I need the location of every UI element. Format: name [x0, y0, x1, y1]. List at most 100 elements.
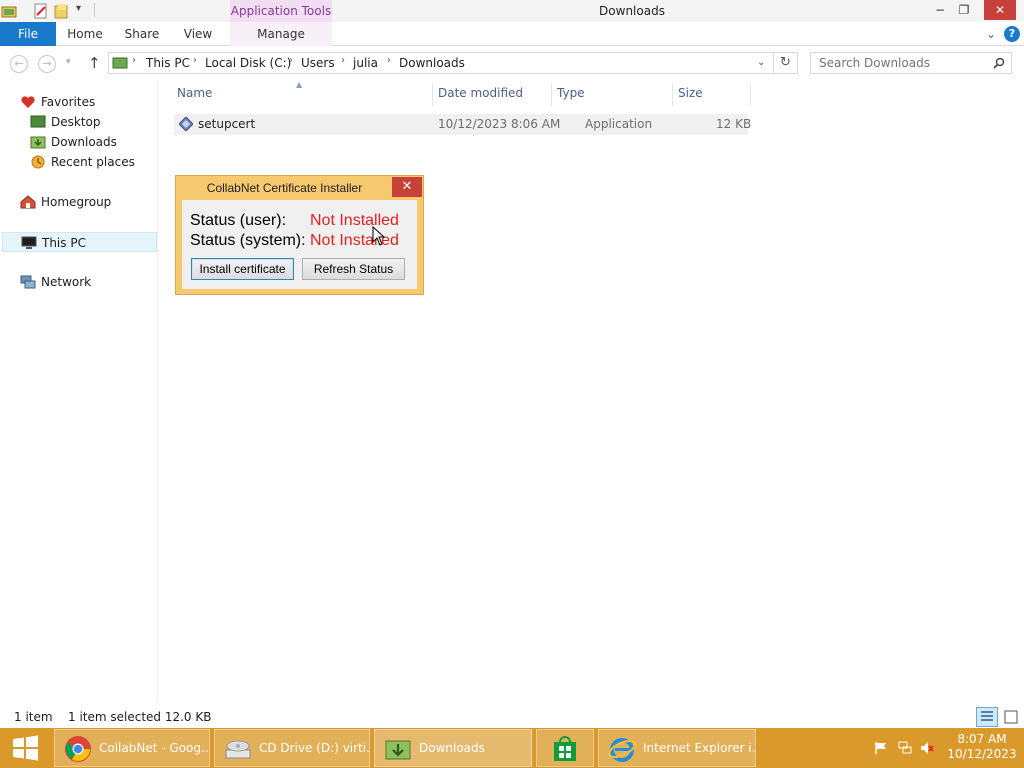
navigation-pane: Favorites Desktop Downloads Recent place…	[0, 80, 158, 703]
homegroup-icon	[20, 195, 36, 209]
close-window-button[interactable]: ✕	[984, 0, 1016, 20]
search-icon[interactable]	[993, 57, 1005, 69]
taskbar-downloads-label: Downloads	[419, 741, 485, 755]
nav-desktop[interactable]: Desktop	[30, 112, 101, 132]
refresh-button[interactable]: ↻	[774, 52, 798, 74]
column-divider[interactable]	[432, 84, 433, 106]
nav-downloads[interactable]: Downloads	[30, 132, 117, 152]
file-row-setupcert[interactable]: setupcert 10/12/2023 8:06 AM Application…	[174, 114, 752, 135]
nav-this-pc-label: This PC	[42, 236, 86, 250]
action-center-flag-icon[interactable]	[874, 741, 888, 755]
minimize-button[interactable]: −	[928, 0, 952, 20]
file-size: 12 KB	[716, 117, 752, 131]
taskbar-chrome[interactable]: CollabNet - Goog...	[54, 729, 210, 767]
taskbar-downloads[interactable]: Downloads	[374, 729, 532, 767]
nav-network[interactable]: Network	[20, 272, 91, 292]
qat-divider	[94, 3, 95, 17]
nav-this-pc[interactable]: This PC	[2, 232, 157, 252]
nav-favorites[interactable]: Favorites	[20, 92, 95, 112]
cd-drive-icon	[225, 740, 251, 759]
item-count: 1 item	[14, 710, 53, 724]
explorer-icon[interactable]	[1, 3, 17, 19]
breadcrumb-separator[interactable]: ›	[289, 55, 293, 66]
column-header-type[interactable]: Type	[557, 86, 585, 104]
refresh-status-button[interactable]: Refresh Status	[302, 258, 405, 280]
breadcrumb-this-pc[interactable]: This PC	[146, 56, 190, 70]
large-icons-view-icon[interactable]	[1002, 708, 1020, 726]
up-button[interactable]: ↑	[88, 54, 101, 72]
column-header-size[interactable]: Size	[678, 86, 703, 104]
tab-view[interactable]: View	[176, 22, 220, 46]
nav-network-label: Network	[41, 275, 92, 289]
store-icon	[554, 736, 576, 761]
dialog-close-button[interactable]: ✕	[392, 177, 422, 197]
star-heart-icon	[21, 96, 35, 108]
address-dropdown-icon[interactable]: ⌄	[757, 57, 765, 68]
start-button-icon[interactable]	[0, 728, 52, 768]
breadcrumb-downloads[interactable]: Downloads	[399, 56, 465, 70]
tab-share[interactable]: Share	[120, 22, 164, 46]
tab-home[interactable]: Home	[62, 22, 108, 46]
taskbar-store[interactable]	[536, 729, 594, 767]
nav-recent-places[interactable]: Recent places	[30, 152, 135, 172]
taskbar-clock[interactable]: 8:07 AM 10/12/2023	[944, 732, 1020, 762]
downloads-folder-icon	[30, 136, 46, 149]
address-bar[interactable]: › This PC › Local Disk (C:) › Users › ju…	[108, 52, 774, 74]
clock-time: 8:07 AM	[957, 732, 1007, 746]
column-divider[interactable]	[551, 84, 552, 106]
tab-manage[interactable]: Manage	[230, 22, 332, 46]
file-name: setupcert	[198, 117, 256, 131]
column-divider[interactable]	[750, 84, 751, 106]
breadcrumb-local-disk[interactable]: Local Disk (C:)	[205, 56, 291, 70]
context-tab-group-title: Application Tools	[230, 0, 332, 22]
taskbar-cd-drive[interactable]: CD Drive (D:) virti...	[214, 729, 370, 767]
taskbar-chrome-label: CollabNet - Goog...	[99, 741, 210, 755]
nav-recent-label: Recent places	[51, 155, 135, 169]
breadcrumb-separator[interactable]: ›	[132, 55, 136, 66]
breadcrumb-users[interactable]: Users	[301, 56, 335, 70]
search-box[interactable]	[810, 52, 1012, 74]
file-date: 10/12/2023 8:06 AM	[438, 117, 561, 131]
certificate-installer-dialog: CollabNet Certificate Installer ✕ Status…	[175, 175, 424, 295]
network-icon	[20, 275, 36, 289]
selection-info: 1 item selected 12.0 KB	[68, 710, 212, 724]
navigation-bar: ← → ▾ ↑ › This PC › Local Disk (C:) › Us…	[0, 46, 1024, 80]
nav-favorites-label: Favorites	[41, 95, 96, 109]
application-icon	[179, 117, 193, 131]
breadcrumb-julia[interactable]: julia	[353, 56, 378, 70]
search-input[interactable]	[811, 53, 987, 73]
new-folder-icon[interactable]	[54, 3, 70, 19]
qat-dropdown-icon[interactable]: ▾	[76, 3, 81, 14]
file-type: Application	[585, 117, 653, 131]
column-header-date[interactable]: Date modified	[438, 86, 523, 104]
taskbar-internet-explorer[interactable]: Internet Explorer i...	[598, 729, 756, 767]
mouse-cursor-icon	[372, 226, 386, 246]
user-status-label: Status (user):	[190, 212, 287, 229]
breadcrumb-separator[interactable]: ›	[387, 55, 391, 66]
nav-homegroup[interactable]: Homegroup	[20, 192, 111, 212]
details-view-icon[interactable]	[976, 707, 998, 727]
column-header-name[interactable]: Name	[177, 86, 212, 104]
recent-locations-icon[interactable]: ▾	[66, 57, 71, 67]
nav-desktop-label: Desktop	[51, 115, 101, 129]
chrome-icon	[65, 736, 91, 762]
volume-muted-icon[interactable]	[920, 741, 934, 755]
tab-file[interactable]: File	[0, 22, 56, 46]
recent-places-icon	[31, 155, 45, 169]
back-button[interactable]: ←	[10, 55, 28, 73]
taskbar: CollabNet - Goog... CD Drive (D:) virti.…	[0, 728, 1024, 768]
help-icon[interactable]: ?	[1004, 26, 1020, 42]
breadcrumb-separator[interactable]: ›	[193, 55, 197, 66]
ribbon-expand-icon[interactable]: ⌄	[982, 22, 1000, 46]
column-divider[interactable]	[672, 84, 673, 106]
network-tray-icon[interactable]	[898, 741, 912, 755]
install-certificate-button[interactable]: Install certificate	[191, 258, 294, 280]
properties-icon[interactable]	[33, 3, 49, 19]
forward-button[interactable]: →	[38, 55, 56, 73]
breadcrumb-separator[interactable]: ›	[341, 55, 345, 66]
dialog-title: CollabNet Certificate Installer	[206, 181, 363, 195]
window-title: Downloads	[599, 4, 665, 18]
downloads-folder-icon	[385, 740, 411, 760]
restore-button[interactable]: ❐	[952, 0, 976, 20]
nav-homegroup-label: Homegroup	[41, 195, 112, 209]
